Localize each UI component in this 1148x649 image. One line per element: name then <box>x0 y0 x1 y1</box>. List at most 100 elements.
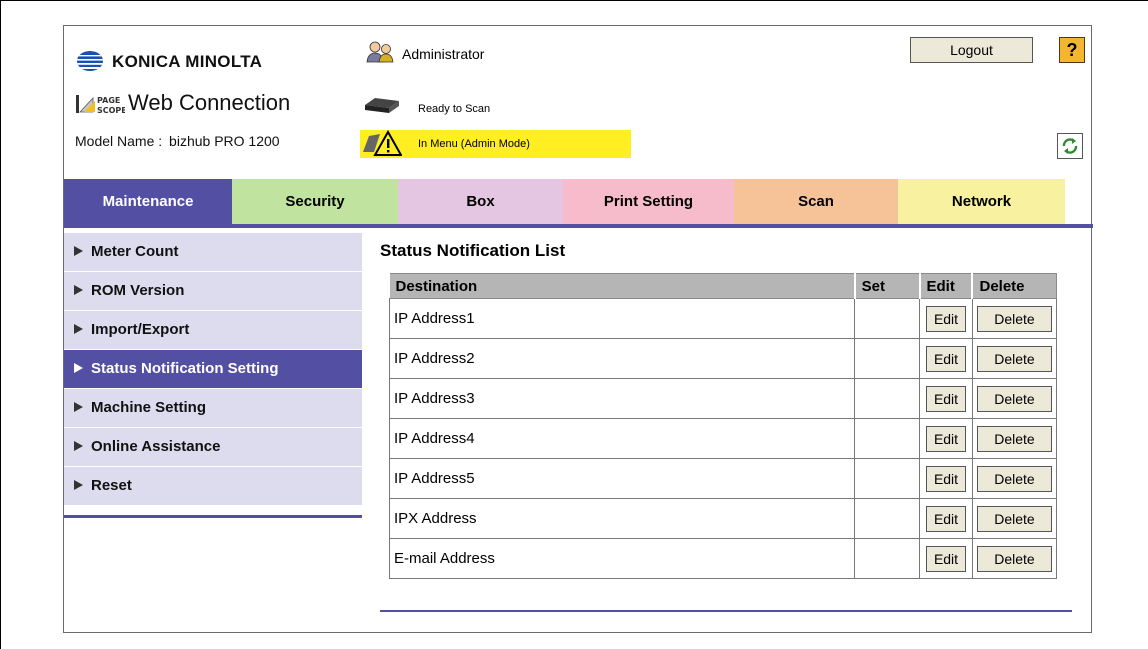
destination-cell: IP Address4 <box>388 418 856 459</box>
sidebar-item-label: Online Assistance <box>91 438 221 455</box>
sidebar-item-label: Import/Export <box>91 321 190 338</box>
delete-button[interactable]: Delete <box>976 345 1052 372</box>
device-status: Ready to Scan <box>418 103 491 115</box>
sidebar-item-meter-count[interactable]: Meter Count <box>64 233 362 272</box>
destination-cell: IP Address5 <box>388 458 856 499</box>
sidebar-item-machine-setting[interactable]: Machine Setting <box>64 389 362 428</box>
set-cell <box>854 298 921 339</box>
sidebar-item-rom-version[interactable]: ROM Version <box>64 272 362 311</box>
delete-button[interactable]: Delete <box>976 425 1052 452</box>
delete-button[interactable]: Delete <box>976 505 1052 532</box>
edit-button[interactable]: Edit <box>926 425 966 452</box>
destination-cell: IP Address2 <box>388 338 856 379</box>
column-header-set: Set <box>854 273 921 299</box>
table-row: IP Address1 Edit Delete <box>388 298 1058 339</box>
edit-cell: Edit <box>919 538 973 579</box>
edit-cell: Edit <box>919 338 973 379</box>
sidebar-item-label: Reset <box>91 477 132 494</box>
edit-button[interactable]: Edit <box>926 305 966 332</box>
delete-button[interactable]: Delete <box>976 545 1052 572</box>
mode-status: In Menu (Admin Mode) <box>418 138 530 150</box>
pagescope-logo-icon: PAGE SCOPE <box>76 95 125 115</box>
frame-left-line <box>0 0 1 649</box>
model-label: Model Name : <box>75 133 163 149</box>
tab-security[interactable]: Security <box>232 179 398 224</box>
edit-button[interactable]: Edit <box>926 385 966 412</box>
main-tabs: Maintenance Security Box Print Setting S… <box>64 179 1093 224</box>
edit-button[interactable]: Edit <box>926 465 966 492</box>
edit-cell: Edit <box>919 298 973 339</box>
sidebar-item-status-notification-setting[interactable]: Status Notification Setting <box>64 350 362 389</box>
table-header-row: Destination Set Edit Delete <box>389 273 1058 299</box>
table-row: E-mail Address Edit Delete <box>388 538 1058 579</box>
delete-button[interactable]: Delete <box>976 465 1052 492</box>
content-divider <box>380 610 1072 612</box>
delete-button[interactable]: Delete <box>976 305 1052 332</box>
sidebar-item-label: ROM Version <box>91 282 185 299</box>
model-name: Model Name : bizhub PRO 1200 <box>75 133 280 149</box>
set-cell <box>854 338 921 379</box>
sidebar-item-reset[interactable]: Reset <box>64 467 362 506</box>
sidebar-menu: Meter Count ROM Version Import/Export St… <box>64 233 362 506</box>
product-name: Web Connection <box>128 90 291 115</box>
sidebar-item-online-assistance[interactable]: Online Assistance <box>64 428 362 467</box>
administrator-icon <box>366 41 394 63</box>
sidebar-item-import-export[interactable]: Import/Export <box>64 311 362 350</box>
destination-cell: IP Address3 <box>388 378 856 419</box>
delete-cell: Delete <box>971 538 1058 579</box>
delete-cell: Delete <box>971 418 1058 459</box>
scanner-icon <box>365 98 399 113</box>
delete-cell: Delete <box>971 298 1058 339</box>
tab-maintenance[interactable]: Maintenance <box>64 179 232 224</box>
status-notification-table: Destination Set Edit Delete IP Address1 … <box>388 273 1058 579</box>
edit-button[interactable]: Edit <box>926 505 966 532</box>
table-row: IP Address3 Edit Delete <box>388 378 1058 419</box>
edit-button[interactable]: Edit <box>926 545 966 572</box>
arrow-right-icon <box>74 480 83 490</box>
edit-cell: Edit <box>919 498 973 539</box>
tab-box[interactable]: Box <box>398 179 563 224</box>
tab-scan[interactable]: Scan <box>734 179 898 224</box>
model-value: bizhub PRO 1200 <box>169 133 280 149</box>
destination-cell: IPX Address <box>388 498 856 539</box>
user-name: Administrator <box>402 46 485 62</box>
delete-cell: Delete <box>971 498 1058 539</box>
warning-icon <box>363 130 402 156</box>
set-cell <box>854 418 921 459</box>
brand-name: KONICA MINOLTA <box>112 52 263 71</box>
destination-cell: E-mail Address <box>388 538 856 579</box>
edit-cell: Edit <box>919 458 973 499</box>
edit-cell: Edit <box>919 378 973 419</box>
table-row: IP Address2 Edit Delete <box>388 338 1058 379</box>
logout-button[interactable]: Logout <box>910 37 1033 63</box>
refresh-icon[interactable] <box>1057 133 1083 159</box>
set-cell <box>854 378 921 419</box>
svg-text:PAGE: PAGE <box>97 96 120 105</box>
edit-button[interactable]: Edit <box>926 345 966 372</box>
arrow-right-icon <box>74 285 83 295</box>
arrow-right-icon <box>74 441 83 451</box>
table-row: IPX Address Edit Delete <box>388 498 1058 539</box>
column-header-destination: Destination <box>389 273 856 299</box>
sidebar-item-label: Status Notification Setting <box>91 360 279 377</box>
frame-top-line <box>0 0 1148 1</box>
arrow-right-icon <box>74 363 83 373</box>
set-cell <box>854 458 921 499</box>
tab-print-setting[interactable]: Print Setting <box>563 179 734 224</box>
edit-cell: Edit <box>919 418 973 459</box>
arrow-right-icon <box>74 402 83 412</box>
delete-cell: Delete <box>971 458 1058 499</box>
page-title: Status Notification List <box>380 241 566 260</box>
table-row: IP Address4 Edit Delete <box>388 418 1058 459</box>
arrow-right-icon <box>74 246 83 256</box>
tab-underline <box>64 224 1093 228</box>
sidebar-item-label: Meter Count <box>91 243 179 260</box>
web-connection-panel: KONICA MINOLTA PAGE SCOPE Web Connection… <box>63 25 1093 633</box>
sidebar-item-label: Machine Setting <box>91 399 207 416</box>
sidebar-divider <box>64 515 362 518</box>
tab-network[interactable]: Network <box>898 179 1065 224</box>
help-button[interactable]: ? <box>1059 37 1085 63</box>
konica-minolta-globe-icon <box>77 51 103 71</box>
destination-cell: IP Address1 <box>388 298 856 339</box>
delete-button[interactable]: Delete <box>976 385 1052 412</box>
